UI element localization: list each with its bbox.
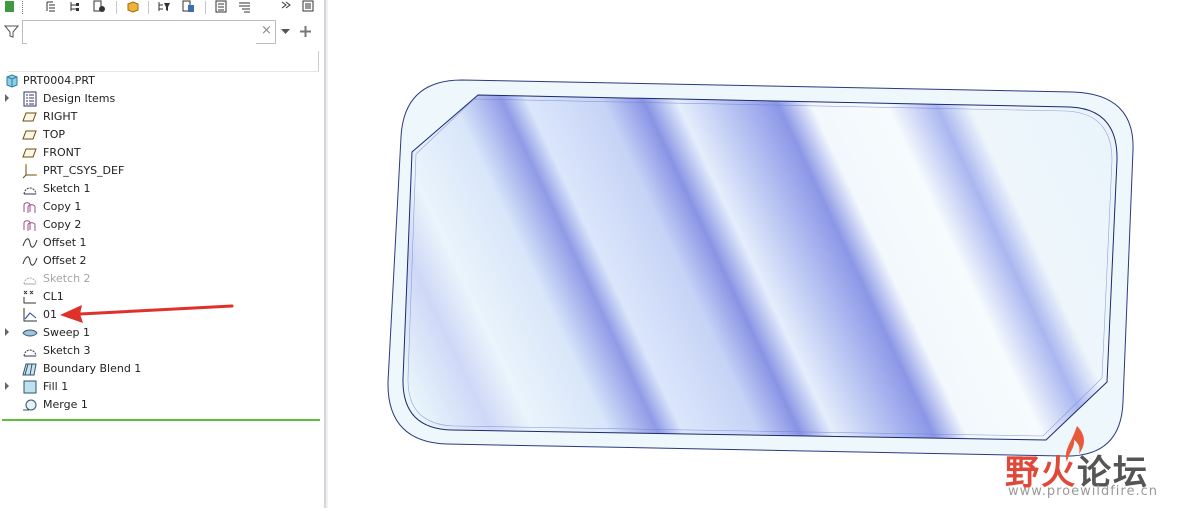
expand-arrow-icon[interactable] [5,94,9,102]
tree-item-label: Merge 1 [43,398,88,411]
tree-item-label: Sweep 1 [43,326,90,339]
sweep-icon [22,329,38,337]
filter-icon[interactable] [4,24,19,39]
tree-item-cl1[interactable]: CL1 [0,288,320,306]
model-view [387,79,1134,457]
tree-item-front[interactable]: FRONT [0,144,320,162]
offset-icon [22,256,38,266]
toolbar-divider [205,1,206,14]
tree-item-label: Copy 1 [43,200,82,213]
tree-item-fill-1[interactable]: Fill 1 [0,378,320,396]
offset-icon [22,238,38,248]
model-icon[interactable] [4,0,17,13]
datum-plane-icon [22,148,37,158]
tree-expand-icon[interactable] [68,0,81,13]
tree-item-offset-1[interactable]: Offset 1 [0,234,320,252]
model-tree-toolbar [0,0,324,16]
tree-item-label: Offset 1 [43,236,87,249]
tree-item-label: Sketch 2 [43,272,91,285]
more-chevron-icon[interactable] [280,0,293,13]
tree-item-top[interactable]: TOP [0,126,320,144]
sketch-icon [23,187,37,195]
tree-filter-icon[interactable] [158,0,171,13]
merge-icon [23,399,37,411]
tree-item-label: FRONT [43,146,81,159]
insert-here-line[interactable] [2,419,320,421]
tree-item-label: CL1 [43,290,64,303]
model-tree-panel: × PRT0004.PRT Design Items RIGHT TOP FRO… [0,0,326,508]
tree-item-label: Design Items [43,92,116,105]
tree-item-sketch-3[interactable]: Sketch 3 [0,342,320,360]
tree-item-label: PRT_CSYS_DEF [43,164,125,177]
clear-icon[interactable]: × [261,24,272,38]
tree-item-design-items[interactable]: Design Items [0,90,320,108]
tree-item-label: Sketch 3 [43,344,91,357]
boundary-blend-surface[interactable] [402,94,1118,441]
layers-icon[interactable] [215,0,228,13]
tree-item-sketch-1[interactable]: Sketch 1 [0,180,320,198]
tree-item-label: Fill 1 [43,380,69,393]
tree-item-01[interactable]: 01 [0,306,320,324]
appearance-icon[interactable] [126,0,139,13]
part-icon [6,74,18,88]
tree-item-merge-1[interactable]: Merge 1 [0,396,320,414]
list-icon[interactable] [238,0,251,13]
toolbar-divider [148,1,149,14]
tree-item-label: TOP [43,128,66,141]
tree-item-sketch-2[interactable]: Sketch 2 [0,270,320,288]
filter-subpanel [8,51,319,72]
expand-arrow-icon[interactable] [5,382,9,390]
watermark-url: www.proewildfire.cn [1008,484,1158,499]
datum-plane-icon [22,130,37,140]
tree-item-label: 01 [43,308,57,321]
tree-root-label: PRT0004.PRT [23,74,95,87]
tree-item-sweep-1[interactable]: Sweep 1 [0,324,320,342]
dropdown-arrow-icon[interactable] [281,29,290,35]
expand-arrow-icon[interactable] [5,328,9,336]
fill-icon [23,380,37,394]
sketch-icon [23,349,37,357]
tree-item-label: RIGHT [43,110,78,123]
design-items-icon [23,91,37,107]
search-input[interactable] [27,22,256,44]
search-field[interactable] [22,20,276,44]
copy-icon [23,220,36,231]
show-icon[interactable] [93,0,106,13]
tree-root-part[interactable]: PRT0004.PRT [0,72,320,90]
tree-item-boundary-blend-1[interactable]: Boundary Blend 1 [0,360,320,378]
tree-item-label: Offset 2 [43,254,87,267]
toolbar-divider [22,1,24,14]
graphics-window[interactable] [328,0,1191,508]
add-icon[interactable] [299,25,312,38]
tree-item-right[interactable]: RIGHT [0,108,320,126]
sketch-icon [23,277,37,285]
panel-menu-icon[interactable] [302,0,315,13]
curve-list-icon [23,290,36,304]
tree-columns-icon[interactable] [45,0,58,13]
copy-icon [23,202,36,213]
boundary-blend-icon [22,363,37,376]
settings-icon[interactable] [182,0,195,13]
tree-item-label: Copy 2 [43,218,82,231]
datum-plane-icon [22,112,37,122]
csys-icon [22,164,37,179]
graph-icon [23,308,37,322]
tree-item-copy-1[interactable]: Copy 1 [0,198,320,216]
tree-item-prt-csys-def[interactable]: PRT_CSYS_DEF [0,162,320,180]
tree-item-copy-2[interactable]: Copy 2 [0,216,320,234]
toolbar-divider [116,1,117,14]
tree-item-offset-2[interactable]: Offset 2 [0,252,320,270]
tree-item-label: Boundary Blend 1 [43,362,142,375]
tree-item-label: Sketch 1 [43,182,91,195]
